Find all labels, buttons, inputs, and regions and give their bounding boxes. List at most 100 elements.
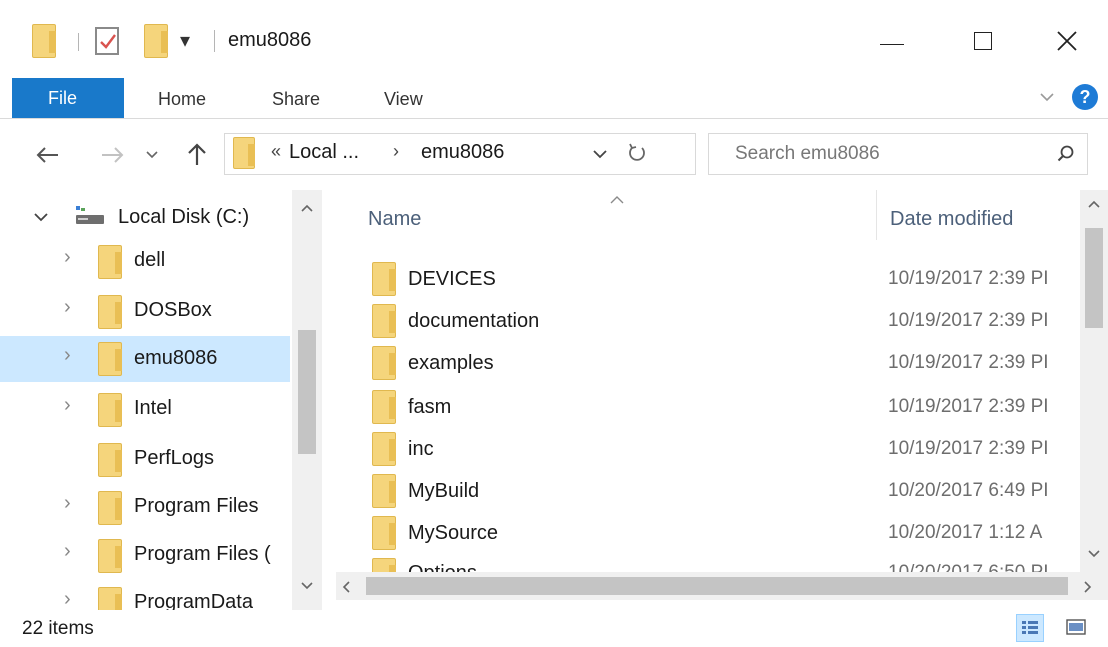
scroll-left-icon[interactable]: [342, 581, 350, 593]
file-date: 10/20/2017 6:49 PI: [888, 480, 1049, 501]
folder-icon: [372, 474, 396, 508]
file-date: 10/19/2017 2:39 PI: [888, 310, 1049, 331]
folder-icon: [98, 245, 122, 279]
nav-item-dell[interactable]: › dell: [0, 238, 290, 284]
folder-icon: [98, 443, 122, 477]
file-list: Name Date modified DEVICES 10/19/2017 2:…: [336, 190, 1108, 610]
scroll-right-icon[interactable]: [1084, 581, 1092, 593]
help-icon[interactable]: ?: [1072, 84, 1098, 110]
column-header-name[interactable]: Name: [368, 208, 421, 231]
nav-item-programdata[interactable]: › ProgramData: [0, 580, 290, 610]
ribbon-tabs: File Home Share View ?: [0, 78, 1108, 119]
file-row[interactable]: DEVICES 10/19/2017 2:39 PI: [336, 258, 1080, 300]
file-row[interactable]: MySource 10/20/2017 1:12 A: [336, 512, 1080, 554]
address-box[interactable]: « Local ... › emu8086: [224, 133, 696, 175]
tab-share[interactable]: Share: [272, 89, 320, 110]
file-list-vertical-scrollbar[interactable]: [1080, 190, 1108, 572]
nav-scrollbar-thumb[interactable]: [298, 330, 316, 454]
file-name: inc: [408, 438, 434, 460]
back-arrow-icon[interactable]: [34, 145, 60, 165]
file-list-scrollbar-thumb[interactable]: [1085, 228, 1103, 328]
file-row[interactable]: examples 10/19/2017 2:39 PI: [336, 342, 1080, 384]
address-dropdown-icon[interactable]: [593, 149, 607, 159]
file-name: MyBuild: [408, 480, 480, 502]
nav-item-label: dell: [134, 249, 166, 271]
scroll-up-icon[interactable]: [1088, 200, 1100, 208]
nav-item-label: Program Files (: [134, 543, 271, 565]
file-row[interactable]: inc 10/19/2017 2:39 PI: [336, 428, 1080, 470]
nav-item-emu8086[interactable]: › emu8086: [0, 336, 290, 382]
properties-icon[interactable]: [95, 26, 121, 56]
title-bar: ▾ emu8086: [0, 0, 1108, 78]
nav-scrollbar[interactable]: [292, 190, 322, 610]
nav-item-perflogs[interactable]: PerfLogs: [0, 436, 290, 482]
file-name: DEVICES: [408, 268, 496, 290]
nav-item-label: PerfLogs: [134, 447, 215, 469]
folder-icon: [98, 393, 122, 427]
expand-arrow-icon[interactable]: ›: [64, 296, 71, 319]
nav-item-dosbox[interactable]: › DOSBox: [0, 288, 290, 334]
navigation-bar: « Local ... › emu8086 Search emu8086: [0, 119, 1108, 189]
expand-arrow-icon[interactable]: ›: [64, 246, 71, 269]
column-divider: [876, 190, 877, 240]
scroll-down-icon[interactable]: [1088, 550, 1100, 558]
expand-chevron-icon[interactable]: [34, 212, 48, 222]
breadcrumb-local[interactable]: Local ...: [289, 141, 359, 164]
details-view-button[interactable]: [1016, 614, 1044, 642]
search-box[interactable]: Search emu8086: [708, 133, 1088, 175]
nav-root-label[interactable]: Local Disk (C:): [118, 206, 249, 229]
ribbon-expand-icon[interactable]: [1040, 92, 1054, 102]
expand-arrow-icon[interactable]: ›: [64, 588, 71, 610]
recent-locations-dropdown-icon[interactable]: [146, 150, 158, 160]
breadcrumb-emu8086[interactable]: emu8086: [421, 141, 504, 164]
tab-file[interactable]: File: [12, 78, 124, 118]
qat-customize-dropdown[interactable]: ▾: [180, 28, 190, 53]
nav-item-label: Intel: [134, 397, 172, 419]
large-icons-view-icon: [1066, 619, 1086, 635]
folder-icon: [372, 262, 396, 296]
forward-arrow-icon[interactable]: [100, 145, 126, 165]
nav-item-program-files-x86[interactable]: › Program Files (: [0, 532, 290, 578]
tab-view[interactable]: View: [384, 89, 423, 110]
expand-arrow-icon[interactable]: ›: [64, 492, 71, 515]
file-name: MySource: [408, 522, 499, 544]
expand-arrow-icon[interactable]: ›: [64, 344, 71, 367]
minimize-button[interactable]: [868, 20, 928, 66]
nav-item-label: DOSBox: [134, 299, 212, 321]
scroll-down-icon[interactable]: [301, 582, 313, 590]
file-list-horizontal-scrollbar[interactable]: [336, 572, 1108, 600]
details-view-icon: [1022, 621, 1038, 634]
nav-item-program-files[interactable]: › Program Files: [0, 484, 290, 530]
file-row[interactable]: MyBuild 10/20/2017 6:49 PI: [336, 470, 1080, 512]
nav-item-label: Program Files: [134, 495, 259, 517]
large-icons-view-button[interactable]: [1064, 616, 1088, 640]
file-row[interactable]: fasm 10/19/2017 2:39 PI: [336, 386, 1080, 428]
scroll-up-icon[interactable]: [301, 204, 313, 212]
maximize-icon: [974, 32, 992, 50]
window-title: emu8086: [228, 29, 312, 51]
search-icon[interactable]: [1057, 145, 1075, 163]
nav-item-intel[interactable]: › Intel: [0, 386, 290, 432]
file-row[interactable]: documentation 10/19/2017 2:39 PI: [336, 300, 1080, 342]
refresh-icon[interactable]: [627, 143, 647, 165]
qat-divider: [78, 33, 79, 51]
up-arrow-icon[interactable]: [186, 141, 208, 167]
file-date: 10/19/2017 2:39 PI: [888, 352, 1049, 373]
drive-icon: [76, 206, 104, 224]
expand-arrow-icon[interactable]: ›: [64, 540, 71, 563]
close-button[interactable]: [1040, 20, 1100, 66]
new-folder-icon[interactable]: [144, 24, 168, 58]
breadcrumb-separator: ›: [393, 141, 399, 161]
minimize-icon: [880, 44, 904, 45]
column-header-date[interactable]: Date modified: [890, 208, 1013, 231]
breadcrumb-overflow[interactable]: «: [271, 141, 281, 162]
maximize-button[interactable]: [958, 20, 1018, 66]
tab-home[interactable]: Home: [158, 89, 206, 110]
folder-icon: [372, 346, 396, 380]
nav-item-label: ProgramData: [134, 591, 253, 610]
folder-icon: [98, 295, 122, 329]
horizontal-scrollbar-thumb[interactable]: [366, 577, 1068, 595]
expand-arrow-icon[interactable]: ›: [64, 394, 71, 417]
sort-indicator-icon: [610, 196, 624, 204]
folder-icon: [98, 539, 122, 573]
